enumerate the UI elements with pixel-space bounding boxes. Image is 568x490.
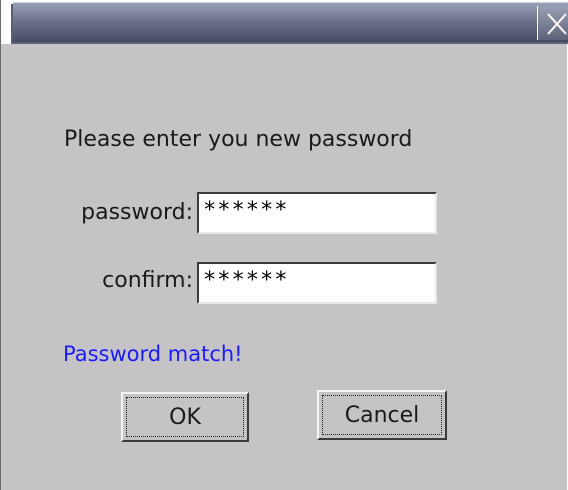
password-field[interactable]: ****** [197,192,437,234]
close-button[interactable] [537,6,568,40]
prompt-text: Please enter you new password [64,127,413,152]
title-bar-edge [1,0,13,44]
confirm-label: confirm: [102,268,193,293]
cancel-button[interactable]: Cancel [317,390,447,440]
cancel-button-label: Cancel [322,395,442,435]
close-icon [547,13,567,35]
confirm-field[interactable]: ****** [197,262,437,304]
ok-button-label: OK [126,397,244,437]
password-label: password: [81,200,193,225]
ok-button[interactable]: OK [121,392,249,442]
status-message: Password match! [63,342,243,366]
title-bar[interactable] [1,0,568,44]
password-dialog: Please enter you new password password: … [0,0,568,490]
